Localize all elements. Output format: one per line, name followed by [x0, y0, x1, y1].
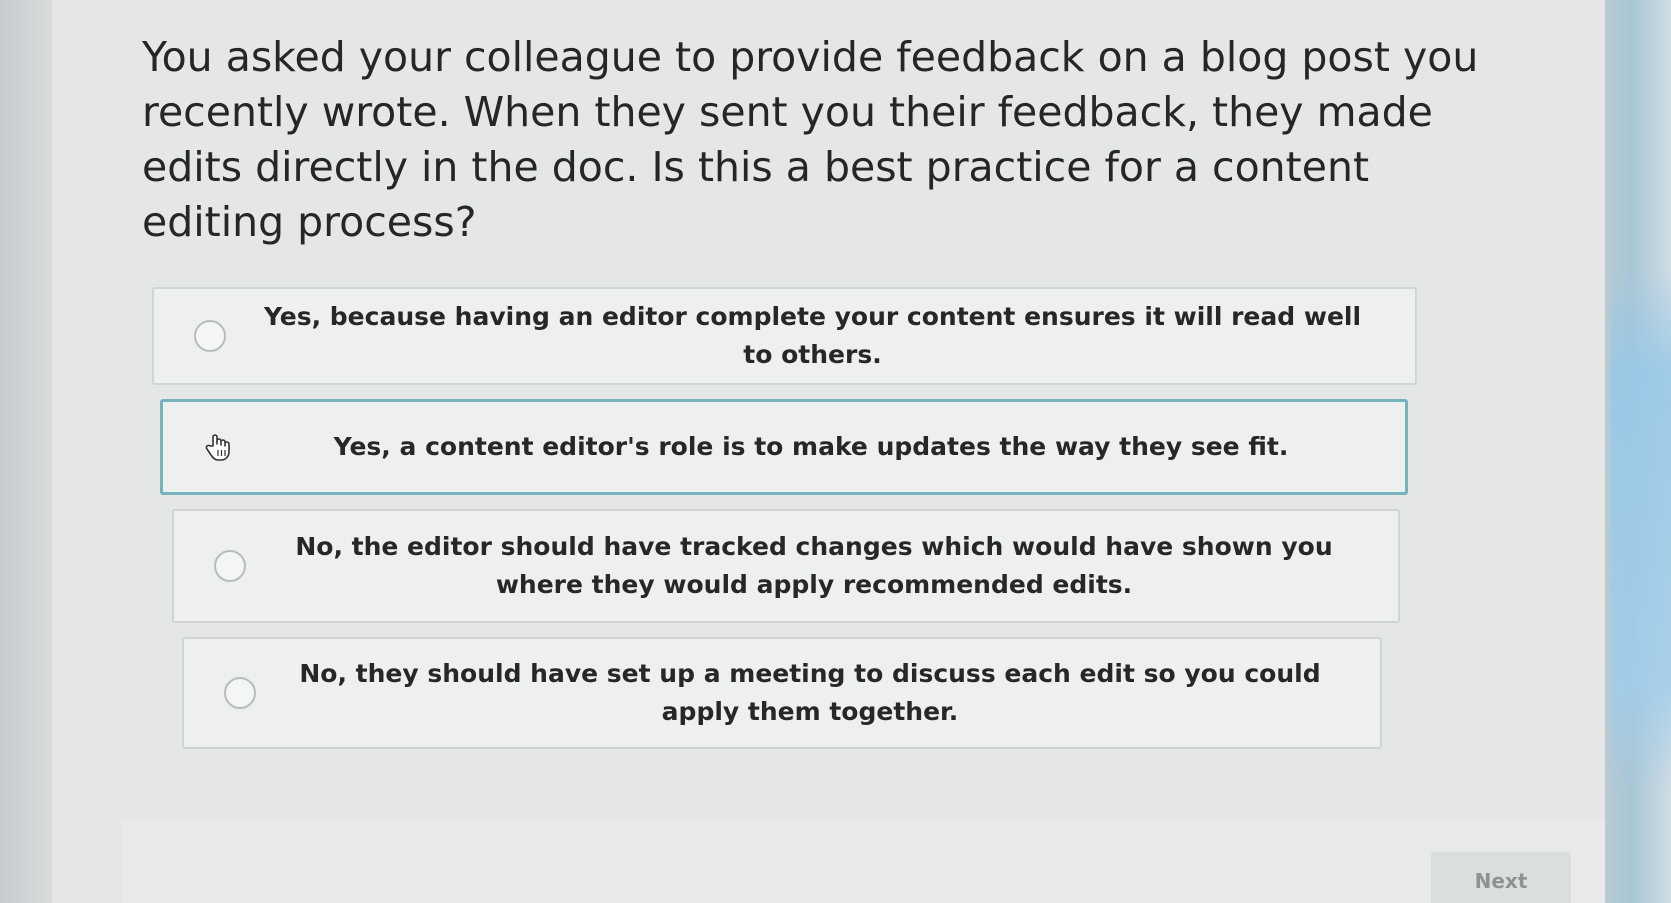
answer-option-4[interactable]: No, they should have set up a meeting to…: [182, 637, 1382, 749]
radio-icon[interactable]: [224, 677, 256, 709]
screen-glare: [1611, 270, 1671, 790]
footer-bar: [122, 820, 1605, 903]
answer-option-2[interactable]: Yes, a content editor's role is to make …: [160, 399, 1408, 495]
quiz-panel: You asked your colleague to provide feed…: [52, 0, 1605, 903]
answer-option-label: Yes, because having an editor complete y…: [263, 302, 1362, 369]
answer-options: Yes, because having an editor complete y…: [152, 287, 1492, 763]
answer-option-label: Yes, a content editor's role is to make …: [333, 432, 1289, 461]
screen-bezel-right: [1605, 0, 1671, 903]
screen-bezel-left: [0, 0, 52, 903]
answer-option-label: No, the editor should have tracked chang…: [295, 532, 1333, 599]
next-button[interactable]: Next: [1431, 852, 1571, 903]
answer-option-3[interactable]: No, the editor should have tracked chang…: [172, 509, 1400, 623]
radio-icon[interactable]: [214, 550, 246, 582]
hand-cursor-icon: [203, 432, 233, 462]
answer-option-1[interactable]: Yes, because having an editor complete y…: [152, 287, 1417, 385]
answer-option-label: No, they should have set up a meeting to…: [299, 659, 1321, 726]
question-text: You asked your colleague to provide feed…: [142, 33, 1479, 246]
radio-icon[interactable]: [194, 320, 226, 352]
